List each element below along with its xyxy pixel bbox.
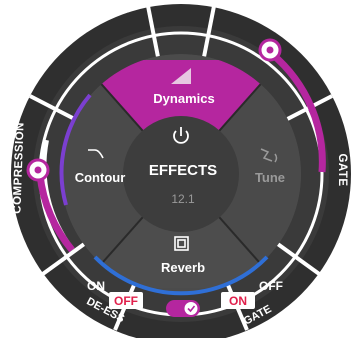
- gate-knob[interactable]: [258, 38, 282, 62]
- gate-off-label[interactable]: OFF: [259, 279, 283, 293]
- effects-dial: Dynamics Contour Tune Reverb EFFECTS 12.…: [11, 4, 351, 338]
- segment-tune-label: Tune: [255, 170, 285, 185]
- center-title: EFFECTS: [149, 162, 217, 179]
- gate-ring-label: GATE: [336, 153, 348, 186]
- check-switch[interactable]: [166, 300, 200, 317]
- segment-contour-label: Contour: [75, 170, 126, 185]
- segment-dynamics-label: Dynamics: [153, 91, 214, 106]
- deess-on-label[interactable]: ON: [87, 279, 105, 293]
- center-value: 12.1: [171, 192, 195, 206]
- compression-knob[interactable]: [26, 158, 50, 182]
- gate-on-label[interactable]: ON: [229, 294, 247, 308]
- segment-reverb-label: Reverb: [161, 260, 205, 275]
- deess-off-label[interactable]: OFF: [114, 294, 138, 308]
